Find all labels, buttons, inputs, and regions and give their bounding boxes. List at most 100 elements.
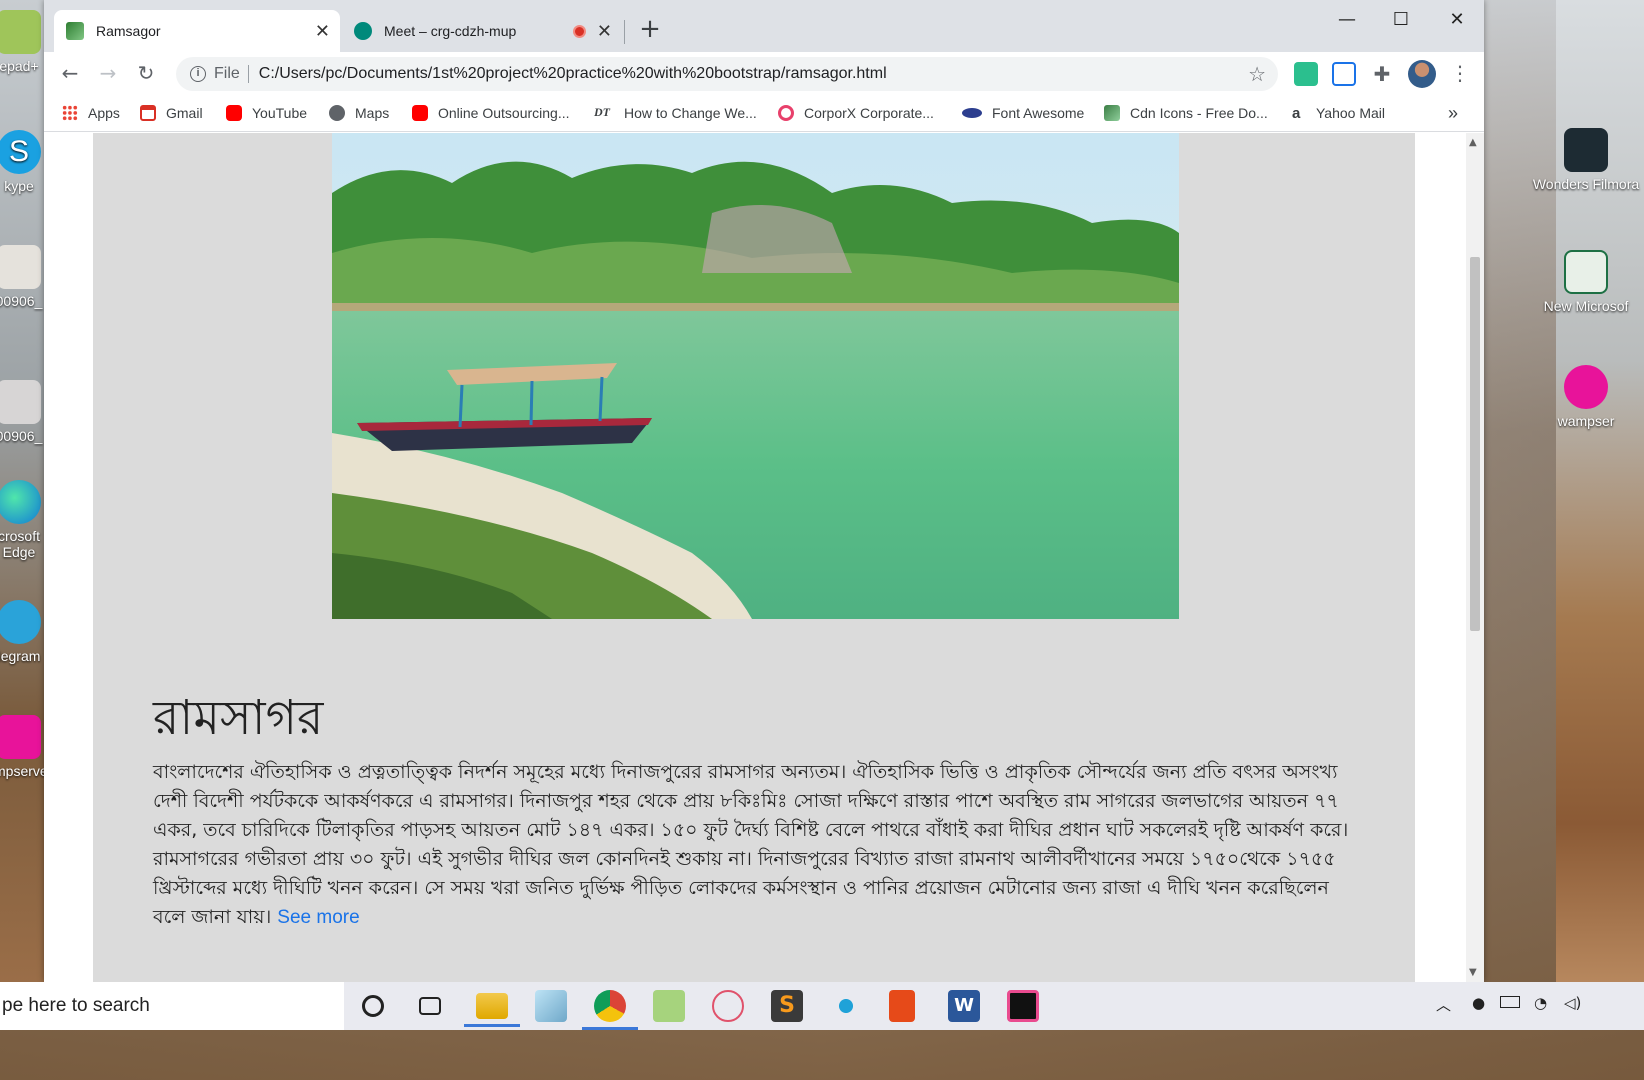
info-icon[interactable]: i xyxy=(190,66,206,82)
chrome-icon[interactable] xyxy=(582,990,638,1030)
youtube-icon xyxy=(226,105,242,121)
forward-button[interactable]: → xyxy=(94,60,122,88)
photo-thumbnail-icon xyxy=(0,245,41,289)
bookmark-gmail[interactable]: Gmail xyxy=(140,102,203,124)
word-icon[interactable]: W xyxy=(948,990,980,1022)
page-favicon-icon xyxy=(66,22,84,40)
bookmarks-bar: Apps Gmail YouTube Maps Online Outsourci… xyxy=(44,94,1484,132)
system-tray: ︿ ● ◔ ◁) xyxy=(1424,982,1644,1030)
edge-icon xyxy=(0,480,41,524)
corporx-logo-icon xyxy=(778,105,794,121)
dt-logo-icon: DT xyxy=(594,105,610,119)
place-description: বাংলাদেশের ঐতিহাসিক ও প্রত্নতাত্ত্বিক নি… xyxy=(153,758,1363,932)
youtube-icon xyxy=(412,105,428,121)
recording-icon xyxy=(573,24,586,38)
notepad-plus-icon[interactable] xyxy=(653,990,685,1022)
page-title: রামসাগর xyxy=(153,690,324,746)
cortana-circle-icon[interactable] xyxy=(362,995,384,1017)
font-awesome-icon xyxy=(962,108,982,118)
google-meet-icon xyxy=(354,22,372,40)
scroll-down-arrow-icon[interactable]: ▼ xyxy=(1469,967,1477,978)
tab-meet[interactable]: Meet – crg-cdzh-mup ✕ xyxy=(342,10,622,52)
bookmark-youtube[interactable]: YouTube xyxy=(226,102,307,124)
maximize-button[interactable]: ☐ xyxy=(1378,6,1424,34)
extension-github-icon[interactable] xyxy=(1332,62,1356,86)
intellij-icon[interactable] xyxy=(1007,990,1039,1022)
content-card: রামসাগর বাংলাদেশের ঐতিহাসিক ও প্রত্নতাত্… xyxy=(93,133,1415,982)
bookmark-font-awesome[interactable]: Font Awesome xyxy=(962,102,1084,124)
wampserver-icon xyxy=(0,715,41,759)
bookmark-star-icon[interactable]: ☆ xyxy=(1248,62,1266,87)
extensions-puzzle-icon[interactable]: ✚ xyxy=(1370,62,1394,86)
address-bar[interactable]: i File C:/Users/pc/Documents/1st%20proje… xyxy=(176,57,1278,91)
tray-chevron-up-icon[interactable]: ︿ xyxy=(1436,994,1451,1015)
desktop-icon-filmora[interactable]: Wonders Filmora xyxy=(1528,128,1644,192)
bookmark-online-outsourcing[interactable]: Online Outsourcing... xyxy=(412,102,570,124)
filmora-icon xyxy=(1564,128,1608,172)
desktop-icon-skype[interactable]: S kype xyxy=(0,130,44,194)
address-separator xyxy=(247,65,249,83)
menu-kebab-icon[interactable]: ⋮ xyxy=(1448,62,1472,86)
extension-grammarly-icon[interactable] xyxy=(1294,62,1318,86)
bookmark-apps[interactable]: Apps xyxy=(62,102,120,124)
telegram-icon xyxy=(0,600,41,644)
taskbar-search-input[interactable]: pe here to search xyxy=(0,982,344,1030)
desktop-icon-photo-1[interactable]: 00906_ xyxy=(0,245,44,309)
reload-button[interactable]: ↻ xyxy=(132,60,160,88)
task-view-icon[interactable] xyxy=(419,997,441,1015)
browser-window: Ramsagor ✕ Meet – crg-cdzh-mup ✕ + — ☐ ✕… xyxy=(44,0,1484,982)
profile-avatar[interactable] xyxy=(1408,60,1436,88)
loader-icon[interactable] xyxy=(830,990,862,1022)
sublime-text-icon[interactable]: S xyxy=(771,990,803,1022)
scrollbar-thumb[interactable] xyxy=(1470,257,1480,631)
lake-photo-svg xyxy=(332,133,1179,619)
desktop-icon-notepad[interactable]: epad+ xyxy=(0,10,44,74)
excel-icon xyxy=(1564,250,1608,294)
desktop-icon-wampserver[interactable]: mpserve xyxy=(0,715,48,779)
scheme-label: File xyxy=(214,65,240,82)
see-more-link[interactable]: See more xyxy=(277,907,359,928)
desktop-icon-photo-2[interactable]: 00906_ xyxy=(0,380,44,444)
url-text[interactable]: C:/Users/pc/Documents/1st%20project%20pr… xyxy=(259,65,887,83)
file-explorer-icon[interactable] xyxy=(464,993,520,1027)
wifi-icon[interactable]: ◔ xyxy=(1534,994,1547,1012)
bookmark-how-to-change[interactable]: DT How to Change We... xyxy=(594,102,757,124)
close-tab-icon[interactable]: ✕ xyxy=(315,21,330,42)
bookmark-maps[interactable]: Maps xyxy=(329,102,389,124)
desktop-icon-excel[interactable]: New Microsof xyxy=(1528,250,1644,314)
photo-thumbnail-icon xyxy=(0,380,41,424)
desktop-icon-edge[interactable]: crosoft Edge xyxy=(0,480,44,560)
volume-icon[interactable]: ◁) xyxy=(1564,994,1581,1012)
notepad-plus-icon xyxy=(0,10,41,54)
tab-ramsagor[interactable]: Ramsagor ✕ xyxy=(54,10,340,52)
desktop-icon-telegram[interactable]: legram xyxy=(0,600,44,664)
battery-icon[interactable] xyxy=(1500,996,1520,1008)
back-button[interactable]: ← xyxy=(56,60,84,88)
vertical-scrollbar[interactable]: ▲ ▼ xyxy=(1466,133,1484,982)
globe-icon xyxy=(329,105,345,121)
description-text: বাংলাদেশের ঐতিহাসিক ও প্রত্নতাত্ত্বিক নি… xyxy=(153,761,1349,928)
wampserver-icon xyxy=(1564,365,1608,409)
bookmark-corporx[interactable]: CorporX Corporate... xyxy=(778,102,934,124)
office-icon[interactable] xyxy=(889,990,915,1022)
skype-icon: S xyxy=(0,130,41,174)
close-tab-icon[interactable]: ✕ xyxy=(597,21,612,42)
bookmarks-overflow-button[interactable]: » xyxy=(1448,102,1458,124)
bookmark-yahoo-mail[interactable]: a Yahoo Mail xyxy=(1292,102,1385,124)
desktop-icon-wampserver-right[interactable]: wampser xyxy=(1528,365,1644,429)
tab-strip: Ramsagor ✕ Meet – crg-cdzh-mup ✕ + — ☐ ✕ xyxy=(44,0,1484,52)
page-viewport: রামসাগর বাংলাদেশের ঐতিহাসিক ও প্রত্নতাত্… xyxy=(44,133,1484,982)
snipping-tool-icon[interactable] xyxy=(712,990,744,1022)
gmail-icon xyxy=(140,105,156,121)
windows-taskbar: pe here to search S W ︿ ● ◔ ◁) xyxy=(0,982,1644,1030)
new-tab-button[interactable]: + xyxy=(634,14,666,46)
bookmark-cdn-icons[interactable]: Cdn Icons - Free Do... xyxy=(1104,102,1268,124)
notepad-icon[interactable] xyxy=(535,990,567,1022)
amazon-a-icon: a xyxy=(1292,105,1301,122)
microphone-icon[interactable]: ● xyxy=(1472,994,1485,1012)
scroll-up-arrow-icon[interactable]: ▲ xyxy=(1469,137,1477,148)
tab-divider xyxy=(624,20,625,44)
minimize-button[interactable]: — xyxy=(1324,6,1370,34)
close-window-button[interactable]: ✕ xyxy=(1434,6,1480,34)
ramsagor-lake-image xyxy=(332,133,1179,619)
